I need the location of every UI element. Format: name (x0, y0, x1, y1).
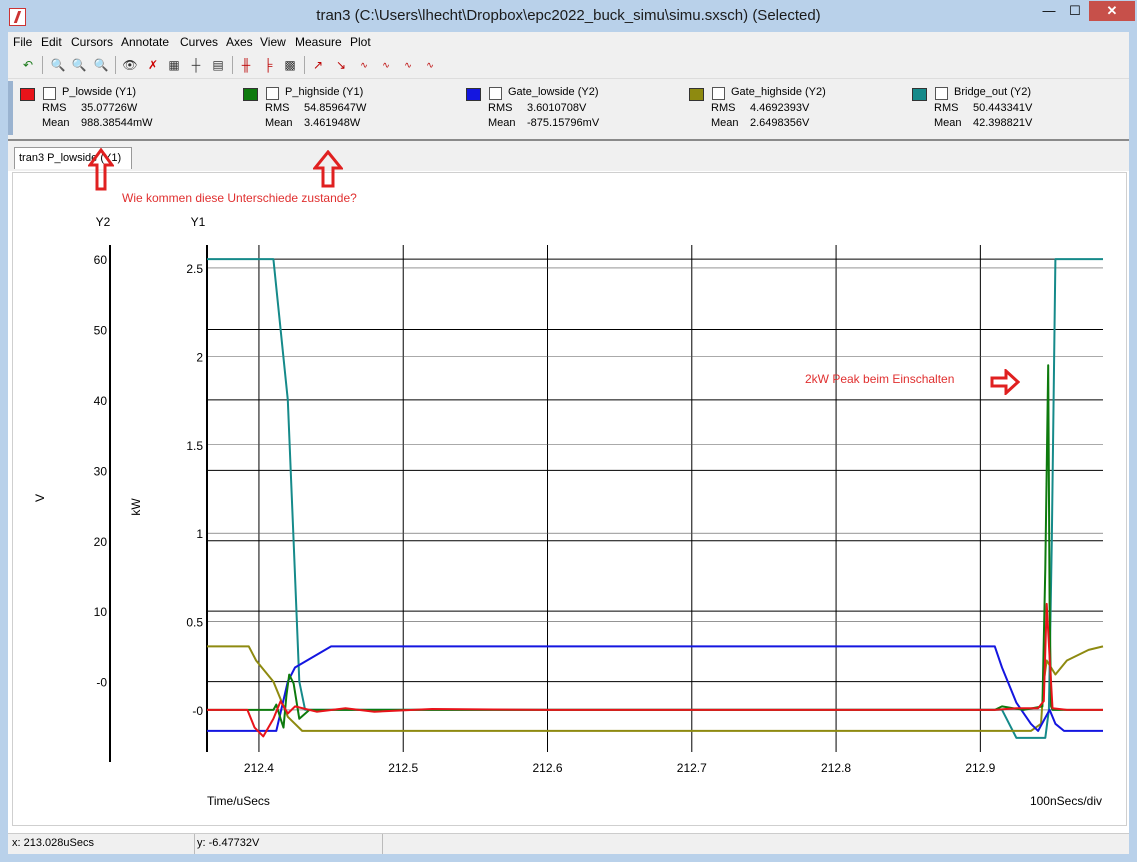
x-division-label: 100nSecs/div (1030, 794, 1102, 808)
y2-tick-label: 50 (94, 324, 108, 338)
y1-tick-label: 2 (196, 350, 203, 364)
y1-tick-label: 1.5 (186, 439, 203, 453)
y2-axis-label: V (33, 494, 47, 502)
status-divider (194, 834, 195, 855)
y1-axis-label: kW (129, 498, 143, 516)
y2-axis-name: Y2 (96, 215, 111, 229)
y2-tick-label: 20 (94, 535, 108, 549)
y2-tick-label: 60 (94, 253, 108, 267)
series-gate-lowside-y2 (207, 645, 1103, 732)
annotation-question: Wie kommen diese Unterschiede zustande? (122, 191, 357, 205)
y2-tick-label: 10 (94, 605, 108, 619)
y1-axis-name: Y1 (191, 215, 206, 229)
y2-tick-label: 40 (94, 394, 108, 408)
series-p-lowside-y1 (207, 602, 1103, 738)
x-tick-label: 212.6 (532, 761, 562, 775)
x-tick-label: 212.7 (677, 761, 707, 775)
y2-tick-label: 30 (94, 464, 108, 478)
window-frame-bottom (0, 854, 1137, 862)
x-tick-label: 212.4 (244, 761, 274, 775)
x-tick-label: 212.5 (388, 761, 418, 775)
status-divider (382, 834, 383, 855)
x-axis-label: Time/uSecs (207, 794, 270, 808)
y1-tick-label: -0 (192, 704, 203, 718)
annotation-peak: 2kW Peak beim Einschalten (805, 372, 955, 386)
up-arrow-icon (313, 150, 343, 188)
series-gate-highside-y2 (207, 645, 1104, 732)
y1-tick-label: 1 (196, 527, 203, 541)
status-x: x: 213.028uSecs (12, 837, 94, 849)
status-y: y: -6.47732V (197, 837, 260, 849)
status-bar: x: 213.028uSecs y: -6.47732V (8, 833, 1129, 855)
x-tick-label: 212.9 (965, 761, 995, 775)
y1-tick-label: 2.5 (186, 262, 203, 276)
x-tick-label: 212.8 (821, 761, 851, 775)
y2-tick-label: -0 (96, 676, 107, 690)
series-bridge-out-y2 (207, 258, 1103, 739)
y1-tick-label: 0.5 (186, 616, 203, 630)
series-p-highside-y1 (207, 364, 1103, 729)
up-arrow-icon (88, 148, 114, 191)
right-arrow-icon (990, 369, 1020, 395)
chart[interactable]: 212.4 212.5 212.6 212.7 212.8 212.96050403020… (0, 0, 1137, 862)
